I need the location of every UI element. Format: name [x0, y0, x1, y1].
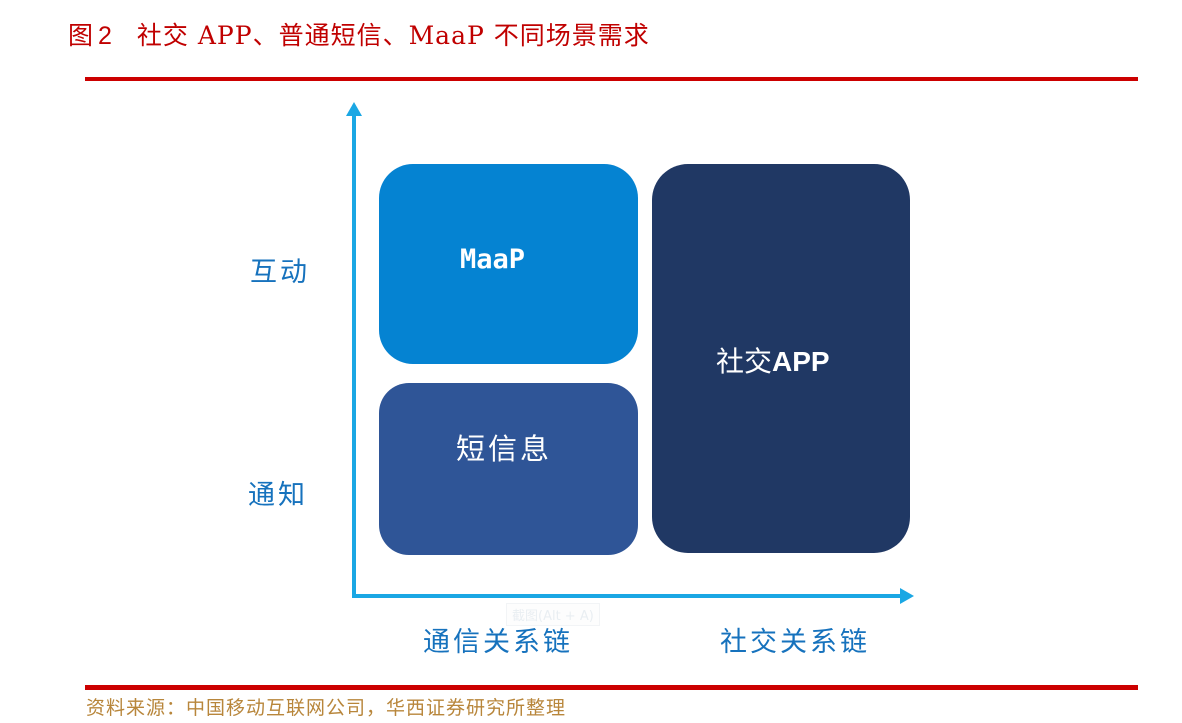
- social-app-box-label: 社交APP: [716, 340, 830, 380]
- y-axis-label-notification: 通知: [248, 480, 308, 511]
- x-axis-arrow-icon: [900, 588, 914, 604]
- y-axis-line: [352, 112, 356, 598]
- figure-title: 图 2 社交 APP、普通短信、MaaP 不同场景需求: [68, 16, 650, 52]
- social-app-label-cjk: 社交: [716, 345, 773, 378]
- figure-number-label: 图: [68, 21, 95, 50]
- y-axis-label-interaction: 互动: [250, 257, 310, 288]
- social-app-label-latin: APP: [772, 346, 830, 377]
- top-rule-step: [242, 77, 962, 80]
- x-axis-label-social-chain: 社交关系链: [720, 627, 870, 658]
- x-axis-line: [352, 594, 902, 598]
- maap-box-label: MaaP: [460, 244, 526, 275]
- sms-box-label: 短信息: [456, 432, 553, 466]
- figure-number: 2: [98, 22, 113, 50]
- sms-box: 短信息: [379, 383, 638, 555]
- figure-title-text: 社交 APP、普通短信、MaaP 不同场景需求: [136, 21, 650, 50]
- maap-box: MaaP: [379, 164, 638, 364]
- source-note: 资料来源：中国移动互联网公司，华西证券研究所整理: [86, 697, 567, 719]
- bottom-rule-divider: [85, 685, 1138, 690]
- top-rule-divider: [85, 77, 1138, 81]
- screenshot-tooltip-ghost: 截图(Alt + A): [506, 603, 600, 626]
- social-app-box: 社交APP: [652, 164, 910, 553]
